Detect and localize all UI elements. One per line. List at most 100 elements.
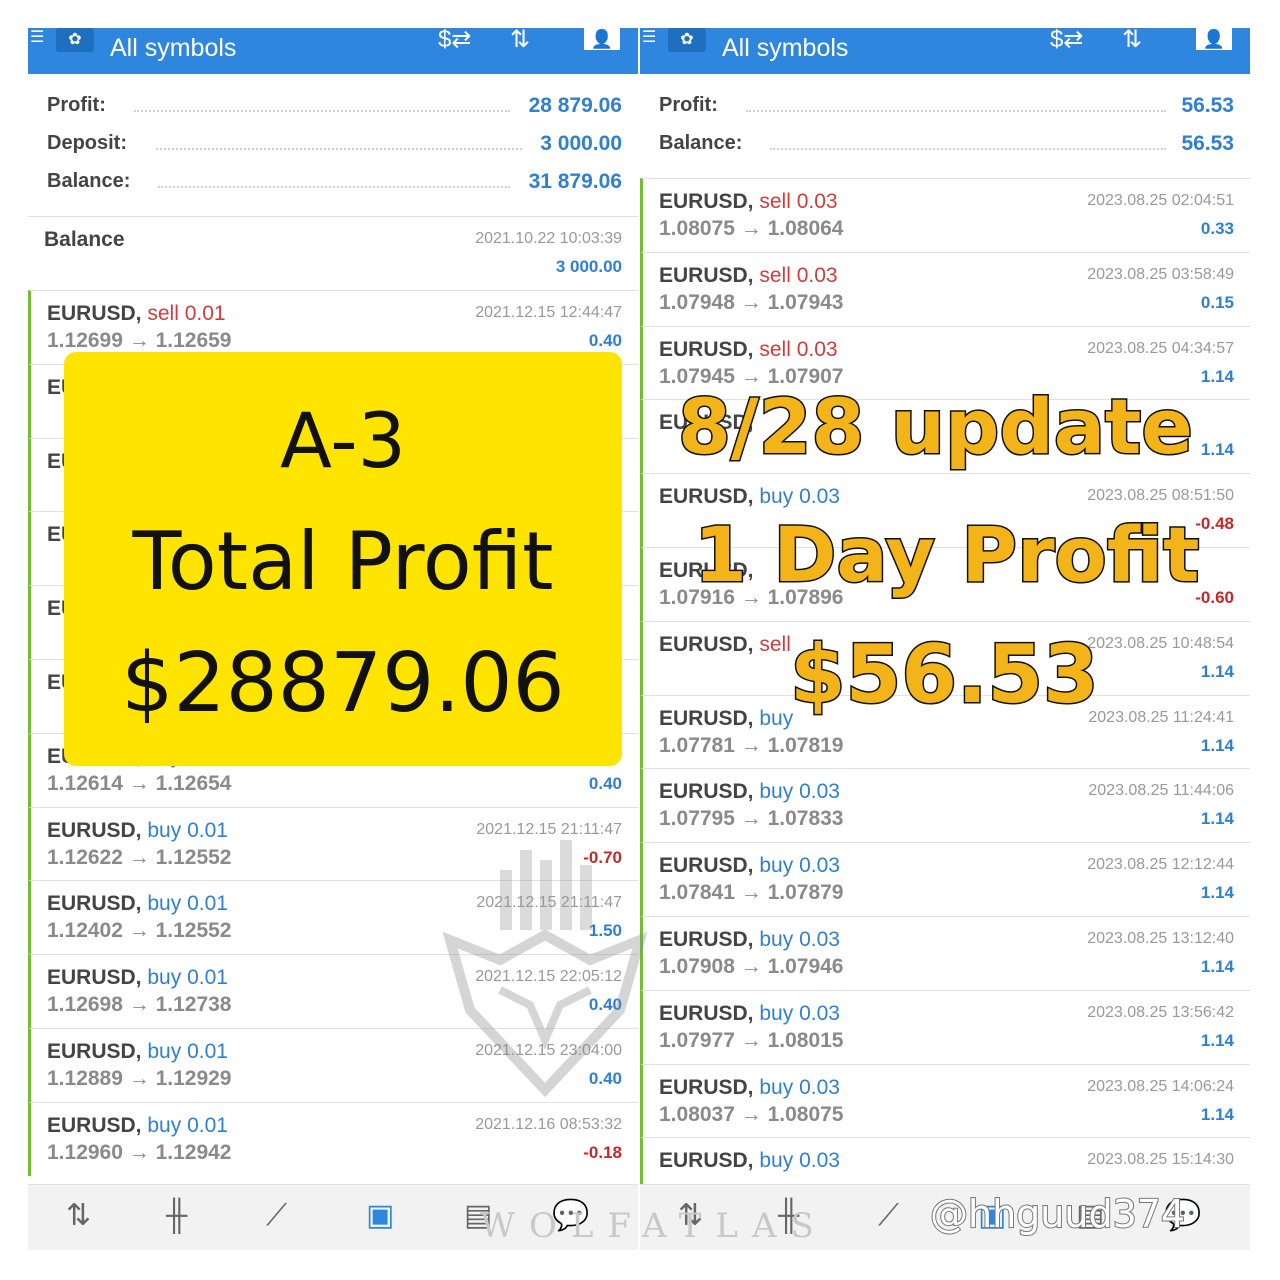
summary-row-balance: Balance: 56.53 bbox=[640, 124, 1250, 162]
deal-symbol: EURUSD, buy 0.03 bbox=[659, 1002, 840, 1026]
deal-row[interactable]: EURUSD, buy 0.03 1.08037 → 1.08075 2023.08… bbox=[640, 1063, 1250, 1138]
deal-side: buy bbox=[759, 1149, 794, 1173]
summary-value: 28 879.06 bbox=[528, 94, 622, 117]
menu-icon[interactable]: ☰ bbox=[642, 30, 656, 46]
deal-row[interactable]: EURUSD, buy 0.03 1.07841 → 1.07879 2023.08… bbox=[640, 842, 1250, 917]
deal-prices: 1.07781 → 1.07819 bbox=[659, 733, 844, 757]
account-icon[interactable]: 👤 bbox=[584, 28, 620, 50]
dotted-leader bbox=[156, 148, 522, 150]
sort-icon[interactable]: ⇅ bbox=[510, 28, 530, 52]
deal-side: buy bbox=[147, 818, 182, 842]
symbol-filter-title[interactable]: All symbols bbox=[110, 34, 236, 62]
deal-profit: -0.18 bbox=[583, 1142, 622, 1162]
deal-volume: 0.03 bbox=[799, 780, 840, 804]
deal-side: buy bbox=[759, 854, 794, 878]
deal-volume: 0.01 bbox=[187, 1113, 228, 1137]
deal-time: 2021.12.15 21:11:47 bbox=[476, 894, 622, 912]
deal-time: 2021.12.15 22:05:12 bbox=[475, 968, 622, 986]
deal-amount: 3 000.00 bbox=[555, 257, 622, 276]
symbol-filter-title[interactable]: All symbols bbox=[722, 34, 848, 62]
symbol-name: EURUSD, bbox=[659, 854, 754, 878]
summary-label: Balance: bbox=[47, 170, 131, 192]
symbol-name: EURUSD, bbox=[659, 1149, 754, 1173]
watermark-text: WOLFATLAS bbox=[480, 1206, 828, 1246]
deal-time: 2023.08.25 13:12:40 bbox=[1087, 930, 1234, 947]
deal-row[interactable]: EURUSD, buy 0.01 1.12698 → 1.12738 2021.12… bbox=[28, 954, 638, 1029]
symbol-name: EURUSD, bbox=[659, 263, 754, 287]
summary-value: 3 000.00 bbox=[540, 132, 622, 155]
deal-time: 2023.08.25 12:12:44 bbox=[1087, 856, 1234, 874]
currency-exchange-icon[interactable]: $⇄ bbox=[438, 28, 471, 52]
balance-operation-row[interactable]: Balance 2021.10.22 10:03:39 3 000.00 bbox=[28, 216, 638, 290]
deal-symbol: EURUSD, buy 0.03 bbox=[659, 1076, 840, 1100]
deal-time: 2023.08.25 04:34:57 bbox=[1087, 339, 1234, 357]
history-icon[interactable]: ▣ bbox=[366, 1199, 394, 1233]
deal-time: 2023.08.25 11:44:06 bbox=[1088, 782, 1234, 800]
summary-value: 56.53 bbox=[1181, 94, 1234, 117]
deal-profit: 1.14 bbox=[1200, 366, 1234, 386]
chart-icon[interactable]: ╫ bbox=[166, 1199, 187, 1233]
deal-prices: 1.07795 → 1.07833 bbox=[659, 807, 844, 831]
metatrader-icon: ✿ bbox=[668, 28, 706, 52]
trade-icon[interactable]: ⟋ bbox=[878, 1199, 899, 1233]
deal-prices: 1.12622 → 1.12552 bbox=[47, 845, 232, 869]
symbol-name: EURUSD, bbox=[47, 302, 142, 325]
account-label: A-3 bbox=[279, 396, 407, 485]
metatrader-icon: ✿ bbox=[56, 28, 94, 52]
deal-time: 2023.08.25 11:24:41 bbox=[1088, 708, 1234, 726]
summary-value: 31 879.06 bbox=[528, 170, 622, 193]
symbol-name: EURUSD, bbox=[659, 1001, 754, 1025]
deal-time: 2023.08.25 10:48:54 bbox=[1087, 634, 1234, 652]
deal-side: buy bbox=[759, 1001, 794, 1025]
deal-row[interactable]: EURUSD, buy 0.01 1.12402 → 1.12552 2021.12… bbox=[28, 880, 638, 955]
deal-row[interactable]: EURUSD, sell 0.03 1.07948 → 1.07943 2023.0… bbox=[640, 251, 1250, 326]
deal-profit: 0.40 bbox=[588, 773, 622, 793]
deal-symbol: EURUSD, buy 0.03 bbox=[659, 780, 840, 804]
day-profit-caption: 1 Day Profit bbox=[692, 509, 1200, 601]
deal-prices: 1.07908 → 1.07946 bbox=[659, 955, 844, 978]
deal-row[interactable]: EURUSD, buy 0.01 1.12960 → 1.12942 2021.12… bbox=[28, 1101, 638, 1176]
deal-side: buy bbox=[759, 485, 794, 509]
account-icon[interactable]: 👤 bbox=[1196, 28, 1232, 50]
menu-icon[interactable]: ☰ bbox=[30, 30, 44, 46]
deal-row[interactable]: EURUSD, buy 0.01 1.12889 → 1.12929 2021.12… bbox=[28, 1028, 638, 1102]
dotted-leader bbox=[134, 110, 510, 112]
deal-profit: 1.14 bbox=[1200, 883, 1234, 903]
update-date-caption: 8/28 update bbox=[677, 381, 1195, 473]
deal-row[interactable]: EURUSD, buy 0.01 1.12622 → 1.12552 2021.12… bbox=[28, 806, 638, 881]
deal-prices: 1.12402 → 1.12552 bbox=[47, 919, 232, 943]
symbol-name: EURUSD, bbox=[659, 706, 754, 730]
symbol-name: EURUSD, bbox=[659, 485, 754, 509]
deal-symbol: EURUSD, sell bbox=[659, 633, 791, 657]
deal-row[interactable]: EURUSD, buy 0.03 1.07908 → 1.07946 2023.08… bbox=[640, 916, 1250, 990]
deal-volume: 0.01 bbox=[187, 1040, 228, 1063]
deal-time: 2021.12.15 21:11:47 bbox=[476, 820, 622, 838]
deal-row[interactable]: EURUSD, sell 0.03 1.08075 → 1.08064 2023.0… bbox=[640, 178, 1250, 252]
quotes-icon[interactable]: ⇅ bbox=[66, 1199, 91, 1233]
deal-prices: 1.12698 → 1.12738 bbox=[47, 993, 232, 1017]
deal-volume: 0.03 bbox=[799, 1149, 840, 1173]
trade-icon[interactable]: ⟋ bbox=[266, 1199, 287, 1233]
summary-row-profit: Profit: 28 879.06 bbox=[28, 86, 638, 124]
currency-exchange-icon[interactable]: $⇄ bbox=[1050, 28, 1083, 52]
deal-profit: -0.70 bbox=[583, 847, 622, 867]
sort-icon[interactable]: ⇅ bbox=[1122, 28, 1142, 52]
deal-time: 2023.08.25 15:14:30 bbox=[1087, 1151, 1234, 1169]
deal-prices: 1.12614 → 1.12654 bbox=[47, 771, 232, 795]
deal-volume: 0.01 bbox=[184, 302, 226, 325]
deal-profit: 0.40 bbox=[588, 995, 622, 1015]
total-profit-card: A-3 Total Profit $28879.06 bbox=[64, 352, 622, 766]
summary-row-profit: Profit: 56.53 bbox=[640, 86, 1250, 124]
deal-side: buy bbox=[147, 966, 182, 990]
deal-time: 2021.12.15 23:04:00 bbox=[475, 1042, 622, 1059]
summary-row-balance: Balance: 31 879.06 bbox=[28, 162, 638, 200]
deal-symbol: EURUSD, buy 0.01 bbox=[47, 1040, 228, 1064]
summary-row-deposit: Deposit: 3 000.00 bbox=[28, 124, 638, 162]
deal-time: 2023.08.25 14:06:24 bbox=[1087, 1077, 1234, 1095]
deal-volume: 0.01 bbox=[187, 966, 228, 990]
deal-side: buy bbox=[759, 706, 794, 730]
deal-row[interactable]: EURUSD, buy 0.03 1.07795 → 1.07833 2023.08… bbox=[640, 768, 1250, 843]
symbol-name: EURUSD, bbox=[47, 966, 142, 990]
deal-profit: 0.40 bbox=[588, 331, 622, 350]
deal-row[interactable]: EURUSD, buy 0.03 1.07977 → 1.08015 2023.08… bbox=[640, 989, 1250, 1064]
